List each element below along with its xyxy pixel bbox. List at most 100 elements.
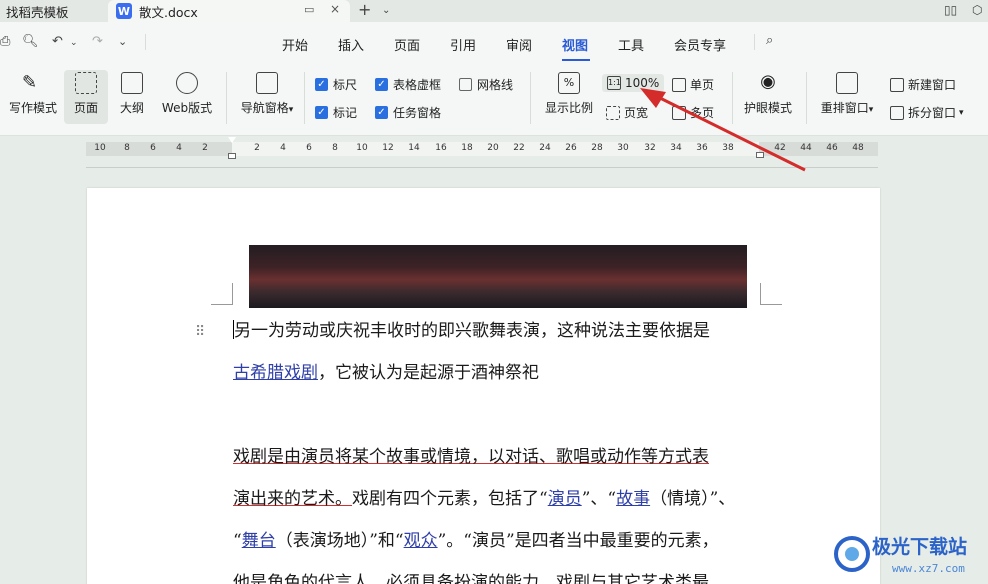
zoom-100-button[interactable]: 1:1 100% bbox=[602, 74, 665, 92]
single-page-icon bbox=[672, 77, 686, 92]
ruler-tick-label: 6 bbox=[150, 143, 156, 153]
ruler-tick-label: 44 bbox=[800, 143, 812, 153]
ruler-tick-label: 4 bbox=[176, 143, 182, 153]
new-window-icon bbox=[890, 77, 904, 92]
paragraph-2[interactable]: 戏剧是由演员将某个故事或情境，以对话、歌唱或动作等方式表 演出来的艺术。戏剧有四… bbox=[233, 436, 763, 584]
ruler-tick-label: 20 bbox=[487, 143, 499, 153]
hyperlink[interactable]: 舞台 bbox=[242, 531, 276, 551]
window-layout-icon[interactable]: ▯▯ bbox=[944, 3, 957, 17]
zoom-button[interactable]: % 显示比例 bbox=[542, 72, 596, 124]
title-tab-bar: 找稻壳模板 W 散文.docx ▭ × + ⌄ ▯▯ ⬡ bbox=[0, 0, 988, 22]
page-width-button[interactable]: 页宽 bbox=[606, 104, 648, 121]
single-page-button[interactable]: 单页 bbox=[672, 76, 714, 93]
paragraph-drag-handle-icon[interactable]: ⠿ bbox=[195, 324, 205, 340]
new-tab-button[interactable]: + bbox=[358, 0, 371, 19]
ruler-tick-label: 8 bbox=[124, 143, 130, 153]
margin-corner bbox=[760, 283, 782, 305]
ruler-tick-label: 26 bbox=[565, 143, 577, 153]
cube-icon[interactable]: ⬡ bbox=[972, 3, 982, 17]
indent-marker[interactable] bbox=[228, 137, 237, 161]
ruler-tick-label: 30 bbox=[617, 143, 629, 153]
eye-protection-button[interactable]: ◉ 护眼模式 bbox=[740, 72, 796, 124]
view-ribbon: ✎ 写作模式 页面 大纲 Web版式 导航窗格▾ ✓ 标尺 ✓ 表格虚框 网格线 ✓… bbox=[0, 64, 988, 136]
gridlines-checkbox[interactable]: 网格线 bbox=[459, 76, 513, 93]
ruler-tick-label: 10 bbox=[356, 143, 368, 153]
ruler-tick-label: 38 bbox=[722, 143, 734, 153]
document-page[interactable]: ⠿ 另一为劳动或庆祝丰收时的即兴歌舞表演，这种说法主要依据是 古希腊戏剧，它被认… bbox=[87, 188, 880, 584]
outline-icon bbox=[121, 72, 143, 94]
list-icon bbox=[256, 72, 278, 94]
ruler-tick-label: 2 bbox=[254, 143, 260, 153]
menu-home[interactable]: 开始 bbox=[282, 35, 308, 54]
document-image[interactable] bbox=[249, 245, 747, 308]
monitor-icon[interactable]: ▭ bbox=[304, 3, 314, 16]
ruler-tick-label: 2 bbox=[202, 143, 208, 153]
search-icon[interactable]: ⌕ bbox=[766, 33, 773, 48]
menu-tools[interactable]: 工具 bbox=[618, 35, 644, 54]
watermark-logo-icon bbox=[834, 536, 870, 572]
watermark: 极光下载站 www.xz7.com bbox=[830, 528, 985, 582]
tab-label: 散文.docx bbox=[139, 4, 198, 20]
ruler-tick-label: 10 bbox=[94, 143, 106, 153]
menu-view[interactable]: 视图 bbox=[562, 35, 588, 54]
page-view-button[interactable]: 页面 bbox=[64, 70, 108, 124]
ruler-tick-label: 22 bbox=[513, 143, 525, 153]
print-icon[interactable]: ⎙ bbox=[0, 34, 10, 49]
ruler-tick-label: 46 bbox=[826, 143, 838, 153]
ruler-tick-label: 28 bbox=[591, 143, 603, 153]
wps-writer-icon: W bbox=[116, 3, 132, 19]
markup-checkbox[interactable]: ✓ 标记 bbox=[315, 104, 357, 121]
active-menu-indicator bbox=[562, 59, 590, 61]
navigation-pane-button[interactable]: 导航窗格▾ bbox=[236, 72, 298, 124]
ruler-checkbox[interactable]: ✓ 标尺 bbox=[315, 76, 357, 93]
page-view-icon bbox=[75, 72, 97, 94]
chevron-down-icon[interactable]: ⌄ bbox=[382, 5, 390, 16]
one-to-one-icon: 1:1 bbox=[607, 76, 621, 90]
multi-page-icon bbox=[672, 105, 686, 120]
menu-insert[interactable]: 插入 bbox=[338, 35, 364, 54]
ruler-tick-label: 16 bbox=[435, 143, 447, 153]
ruler-tick-label: 48 bbox=[852, 143, 864, 153]
task-pane-checkbox[interactable]: ✓ 任务窗格 bbox=[375, 104, 441, 121]
tab-template-store[interactable]: 找稻壳模板 bbox=[0, 0, 104, 22]
ruler-tick-label: 6 bbox=[306, 143, 312, 153]
ruler-tick-label: 32 bbox=[644, 143, 656, 153]
percent-icon: % bbox=[558, 72, 580, 94]
ruler-tick-label: 18 bbox=[461, 143, 473, 153]
hyperlink[interactable]: 古希腊戏剧 bbox=[233, 363, 318, 383]
menu-member[interactable]: 会员专享 bbox=[674, 35, 726, 54]
split-window-button[interactable]: 拆分窗口 ▾ bbox=[890, 104, 964, 121]
close-tab-icon[interactable]: × bbox=[330, 2, 340, 16]
pen-icon: ✎ bbox=[22, 72, 38, 93]
web-layout-button[interactable]: Web版式 bbox=[158, 72, 216, 124]
arrange-windows-button[interactable]: 重排窗口▾ bbox=[816, 72, 878, 124]
outline-view-button[interactable]: 大纲 bbox=[112, 72, 152, 124]
ruler-tick-label: 34 bbox=[670, 143, 682, 153]
new-window-button[interactable]: 新建窗口 bbox=[890, 76, 956, 93]
redo-icon[interactable]: ↷ bbox=[92, 34, 103, 49]
multi-page-button[interactable]: 多页 bbox=[672, 104, 714, 121]
eye-icon: ◉ bbox=[760, 71, 776, 92]
ruler-divider bbox=[86, 167, 878, 168]
menu-review[interactable]: 审阅 bbox=[506, 35, 532, 54]
hyperlink[interactable]: 观众 bbox=[404, 531, 438, 551]
ruler-tick-label: 24 bbox=[539, 143, 551, 153]
menu-page[interactable]: 页面 bbox=[394, 35, 420, 54]
menu-bar: ⎙ 🔍︎ ↶ ⌄ ↷ ⌄ 开始 插入 页面 引用 审阅 视图 工具 会员专享 ⌕ bbox=[0, 22, 988, 64]
table-gridlines-checkbox[interactable]: ✓ 表格虚框 bbox=[375, 76, 441, 93]
paragraph-1[interactable]: 另一为劳动或庆祝丰收时的即兴歌舞表演，这种说法主要依据是 古希腊戏剧，它被认为是… bbox=[233, 310, 763, 394]
ruler-tick-label: 36 bbox=[696, 143, 708, 153]
undo-dropdown-icon[interactable]: ⌄ bbox=[70, 38, 78, 48]
more-dropdown-icon[interactable]: ⌄ bbox=[118, 35, 127, 48]
margin-corner bbox=[211, 283, 233, 305]
hyperlink[interactable]: 演员 bbox=[548, 489, 582, 509]
undo-icon[interactable]: ↶ bbox=[52, 34, 63, 49]
writing-mode-button[interactable]: ✎ 写作模式 bbox=[6, 72, 60, 124]
split-window-icon bbox=[890, 105, 904, 120]
print-preview-icon[interactable]: 🔍︎ bbox=[22, 34, 39, 49]
hyperlink[interactable]: 故事 bbox=[616, 489, 650, 509]
page-width-icon bbox=[606, 105, 620, 120]
tab-document[interactable]: W 散文.docx ▭ × bbox=[108, 0, 350, 22]
menu-references[interactable]: 引用 bbox=[450, 35, 476, 54]
right-indent-marker[interactable] bbox=[756, 152, 764, 158]
